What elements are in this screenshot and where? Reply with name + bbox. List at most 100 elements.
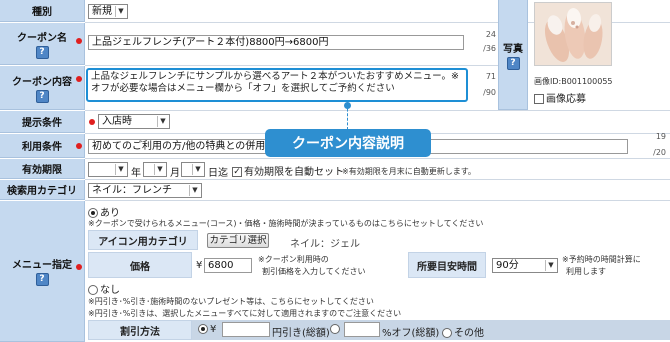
label-coupon-content-text: クーポン内容: [12, 76, 72, 88]
chevron-down-icon: ▼: [154, 164, 165, 175]
expiry-year-unit: 年: [131, 168, 141, 179]
menu-yes-note: ※クーポンで受けられるメニュー(コース)・価格・施術時間が決まっているものはこち…: [88, 219, 484, 228]
search-category-select[interactable]: ネイル：フレンチ ▼: [88, 183, 202, 198]
expiry-month-unit: 月: [170, 168, 180, 179]
radio-selected-icon: [198, 324, 208, 334]
expiry-month-select[interactable]: ▼: [143, 162, 167, 177]
type-select[interactable]: 新規 ▼: [88, 4, 128, 19]
coupon-content-textarea[interactable]: 上品なジェルフレンチにサンプルから選べるアート２本がついたおすすめメニュー。※オ…: [86, 68, 468, 102]
usage-count: 19: [655, 132, 666, 141]
label-discount-text: 割引方法: [120, 326, 160, 338]
help-icon[interactable]: ?: [35, 45, 49, 59]
price-input[interactable]: 6800: [204, 258, 252, 273]
label-icon-category: アイコン用カテゴリ: [88, 230, 198, 250]
coupon-name-count: 24: [485, 30, 496, 39]
menu-option-no-radio[interactable]: なし: [88, 281, 120, 296]
time-note-2: 利用します: [566, 267, 606, 276]
chevron-down-icon: ▼: [115, 164, 126, 175]
label-usage-text: 利用条件: [22, 142, 62, 153]
menu-no-note-1: ※円引き･%引き･施術時間のないプレゼント等は、こちらにセットしてください: [88, 297, 374, 306]
image-apply-checkbox[interactable]: 画像応募: [534, 90, 586, 105]
price-note-2: 割引価格を入力してください: [262, 267, 366, 276]
label-coupon-name: クーポン名 ?: [0, 23, 85, 65]
display-condition-select[interactable]: 入店時 ▼: [98, 114, 170, 129]
divider: [85, 65, 500, 66]
required-dot-icon: [89, 119, 95, 125]
label-price: 価格: [88, 252, 192, 278]
photo-image-id: 画像ID:B001100055: [534, 77, 613, 86]
chevron-down-icon: ▼: [192, 164, 203, 175]
divider: [85, 200, 670, 201]
menu-option-yes-radio[interactable]: あり: [88, 204, 120, 219]
radio-unselected-icon: [88, 285, 98, 295]
coupon-content-max: /90: [483, 88, 496, 97]
label-menu-text: メニュー指定: [12, 260, 72, 271]
label-type-text: 種別: [32, 7, 52, 18]
callout-badge: クーポン内容説明: [265, 129, 431, 157]
discount-other-label: その他: [454, 328, 484, 339]
image-apply-label: 画像応募: [546, 94, 586, 105]
callout-label: クーポン内容説明: [292, 136, 404, 152]
divider: [85, 179, 670, 180]
help-icon[interactable]: ?: [35, 89, 49, 103]
discount-pct-input[interactable]: [344, 322, 380, 337]
help-icon[interactable]: ?: [35, 273, 49, 286]
label-type: 種別: [0, 0, 85, 22]
required-dot-icon: [76, 38, 82, 44]
category-select-button[interactable]: カテゴリ選択: [207, 233, 269, 248]
time-value: 90分: [496, 260, 519, 271]
callout-dot: [344, 102, 351, 109]
auto-expiry-note: ※有効期限を月末に自動更新します。: [342, 167, 476, 176]
label-usage: 利用条件: [0, 134, 85, 158]
label-time-text: 所要目安時間: [417, 261, 477, 273]
label-icon-category-text: アイコン用カテゴリ: [98, 236, 188, 248]
auto-expiry-label: 有効期限を自動セット: [244, 167, 344, 178]
expiry-day-label: 日迄: [208, 168, 228, 179]
expiry-year-select[interactable]: ▼: [88, 162, 128, 177]
label-photo: 写真 ?: [498, 0, 528, 110]
required-dot-icon: [76, 143, 82, 149]
radio-selected-icon: [88, 208, 98, 218]
chevron-down-icon: ▼: [545, 260, 556, 271]
divider: [85, 110, 670, 111]
price-note-1: ※クーポン利用時の: [258, 255, 329, 264]
coupon-name-input[interactable]: 上品ジェルフレンチ(アート２本付)8800円→6800円: [88, 35, 464, 50]
category-select-button-label: カテゴリ選択: [209, 235, 267, 246]
auto-expiry-checkbox[interactable]: ✓ 有効期限を自動セット: [232, 163, 344, 178]
label-category: 検索用カテゴリ: [0, 180, 85, 200]
label-price-text: 価格: [130, 261, 150, 273]
discount-yen-input[interactable]: [222, 322, 270, 337]
required-dot-icon: [76, 264, 82, 270]
label-expiry: 有効期限: [0, 159, 85, 179]
type-select-value: 新規: [92, 6, 112, 17]
label-display-text: 提示条件: [22, 118, 62, 129]
usage-condition-value: 初めてのご利用の方/他の特典との併用不可: [92, 141, 286, 152]
label-expiry-text: 有効期限: [22, 165, 62, 176]
checkbox-icon: [534, 94, 544, 104]
chevron-down-icon: ▼: [157, 116, 168, 127]
usage-max: /20: [653, 148, 666, 157]
radio-unselected-icon: [442, 328, 452, 338]
discount-yen-radio[interactable]: ¥: [198, 324, 216, 335]
label-menu: メニュー指定 ?: [0, 201, 85, 342]
coupon-photo-image: [534, 2, 612, 66]
time-note-1: ※予約時の時間計算に: [562, 255, 641, 264]
menu-option-no-label: なし: [100, 285, 120, 296]
coupon-content-value: 上品なジェルフレンチにサンプルから選べるアート２本がついたおすすめメニュー。※オ…: [91, 71, 460, 94]
discount-pct-radio[interactable]: [330, 324, 342, 335]
menu-no-note-2: ※円引き･%引きは、選択したメニューすべてに対して適用されますのでご注意ください: [88, 309, 402, 318]
help-icon[interactable]: ?: [506, 56, 520, 70]
required-dot-icon: [76, 76, 82, 82]
label-category-text: 検索用カテゴリ: [7, 186, 77, 197]
label-coupon-content: クーポン内容 ?: [0, 66, 85, 110]
coupon-name-max: /36: [483, 44, 496, 53]
label-coupon-name-text: クーポン名: [17, 32, 67, 44]
label-time: 所要目安時間: [408, 252, 486, 278]
icon-category-value: ネイル：ジェル: [290, 239, 360, 250]
discount-pct-suffix: %オフ(総額): [382, 328, 440, 339]
discount-other-radio[interactable]: その他: [442, 324, 484, 339]
discount-yen-prefix: ¥: [210, 324, 217, 335]
expiry-day-select[interactable]: ▼: [181, 162, 205, 177]
chevron-down-icon: ▼: [189, 185, 200, 196]
time-select[interactable]: 90分 ▼: [492, 258, 558, 273]
